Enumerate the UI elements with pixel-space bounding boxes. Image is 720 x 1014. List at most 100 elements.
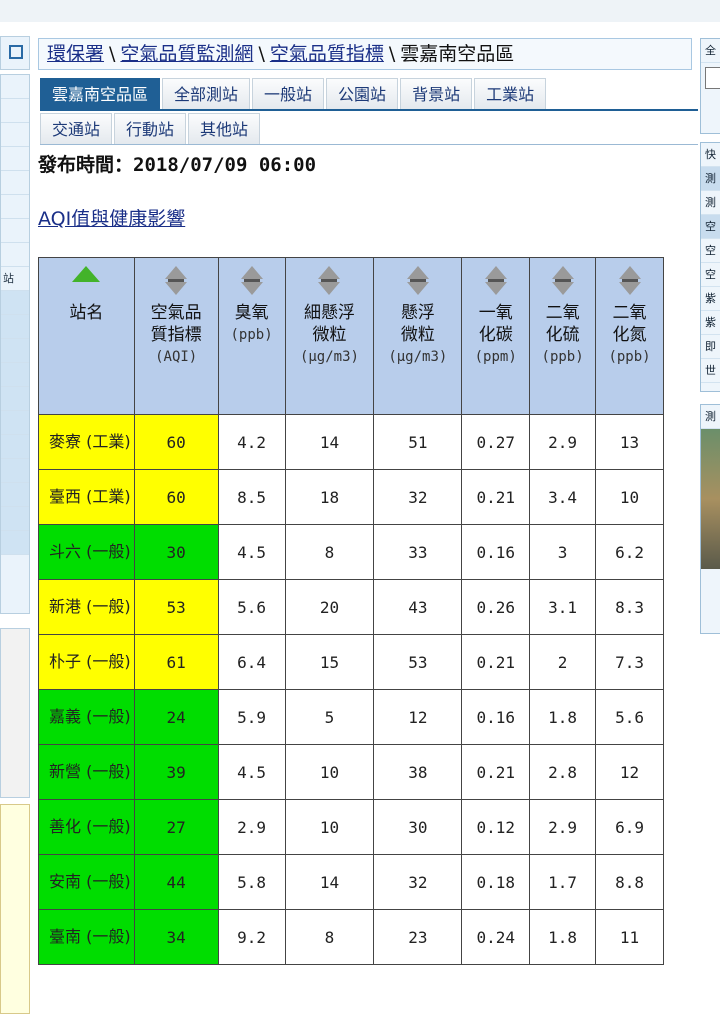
sidebar-item[interactable] [1, 99, 29, 123]
right-search-input[interactable] [705, 67, 720, 89]
sidebar-item[interactable] [1, 315, 29, 339]
sort-icon[interactable] [618, 266, 641, 296]
sort-icon[interactable] [484, 266, 507, 296]
no2-cell: 11 [595, 909, 664, 965]
site-name-cell[interactable]: 朴子 (一般) [38, 634, 135, 690]
right-link[interactable]: 即 [701, 335, 720, 359]
sort-icon[interactable] [406, 266, 429, 296]
aqi-cell: 53 [133, 579, 219, 635]
sidebar-item[interactable] [1, 339, 29, 363]
sidebar-nav: 站 [0, 74, 30, 614]
site-name-cell[interactable]: 善化 (一般) [38, 799, 135, 855]
tab-yunchianan[interactable]: 雲嘉南空品區 [40, 78, 161, 109]
table-row: 麥寮 (工業) 60 4.2 14 51 0.27 2.9 13 [38, 414, 664, 470]
right-link[interactable]: 測 [701, 167, 720, 191]
tab-all-stations[interactable]: 全部測站 [162, 78, 251, 109]
browser-top-strip [0, 0, 720, 22]
site-name-cell[interactable]: 嘉義 (一般) [38, 689, 135, 745]
menu-icon [9, 45, 23, 59]
sidebar-item[interactable] [1, 171, 29, 195]
pm25-cell: 5 [284, 689, 375, 745]
right-link[interactable]: 紫 [701, 287, 720, 311]
sort-icon[interactable] [551, 266, 574, 296]
sidebar-item[interactable] [1, 507, 29, 531]
right-photo-panel[interactable]: 測 [700, 404, 720, 634]
co-cell: 0.21 [461, 744, 531, 800]
breadcrumb-link-epa[interactable]: 環保署 [47, 43, 104, 65]
col-header-unit: (ppb) [608, 349, 651, 365]
station-photo [701, 429, 720, 569]
right-link[interactable]: 空 [701, 263, 720, 287]
col-header-co[interactable]: 一氧化碳 (ppm) [461, 257, 531, 415]
site-name-cell[interactable]: 臺西 (工業) [38, 469, 135, 525]
right-link[interactable]: 世 [701, 359, 720, 383]
site-name-cell[interactable]: 安南 (一般) [38, 854, 135, 910]
sidebar-item[interactable] [1, 195, 29, 219]
col-header-label: 站名 [69, 303, 104, 323]
sidebar-item[interactable] [1, 243, 29, 267]
table-row: 朴子 (一般) 61 6.4 15 53 0.21 2 7.3 [38, 634, 664, 690]
aqi-cell: 60 [133, 469, 219, 525]
sidebar-item[interactable] [1, 483, 29, 507]
pm10-cell: 38 [373, 744, 463, 800]
sidebar-item[interactable] [1, 147, 29, 171]
sort-icon[interactable] [240, 266, 263, 296]
tab-mobile[interactable]: 行動站 [114, 113, 187, 144]
sidebar-item[interactable] [1, 123, 29, 147]
sidebar-item-station[interactable]: 站 [1, 267, 29, 291]
sidebar-item[interactable] [1, 411, 29, 435]
col-header-o3[interactable]: 臭氧 (ppb) [217, 257, 286, 415]
o3-cell: 9.2 [217, 909, 286, 965]
col-header-site[interactable]: 站名 [38, 257, 135, 415]
sidebar-item[interactable] [1, 387, 29, 411]
site-name-cell[interactable]: 斗六 (一般) [38, 524, 135, 580]
right-link[interactable]: 測 [701, 191, 720, 215]
tab-park[interactable]: 公園站 [326, 78, 399, 109]
breadcrumb-separator: \ [258, 43, 265, 65]
col-header-label: 細懸浮微粒 [303, 303, 355, 345]
col-header-label: 臭氧 [234, 303, 269, 323]
sort-icon[interactable] [318, 266, 341, 296]
sidebar-item[interactable] [1, 219, 29, 243]
sidebar-item[interactable] [1, 531, 29, 555]
sidebar-item[interactable] [1, 459, 29, 483]
no2-cell: 8.8 [595, 854, 664, 910]
so2-cell: 1.8 [529, 689, 597, 745]
sidebar-item[interactable] [1, 291, 29, 315]
col-header-unit: (ppm) [474, 349, 517, 365]
right-link[interactable]: 空 [701, 239, 720, 263]
no2-cell: 8.3 [595, 579, 664, 635]
site-name-cell[interactable]: 新營 (一般) [38, 744, 135, 800]
so2-cell: 2.9 [529, 799, 597, 855]
tab-background[interactable]: 背景站 [400, 78, 473, 109]
sort-ascending-icon[interactable] [72, 266, 101, 282]
no2-cell: 6.2 [595, 524, 664, 580]
sidebar-item[interactable] [1, 435, 29, 459]
breadcrumb-link-aqi[interactable]: 空氣品質指標 [270, 43, 384, 65]
col-header-so2[interactable]: 二氧化硫 (ppb) [529, 257, 597, 415]
sidebar-item[interactable] [1, 75, 29, 99]
tab-other[interactable]: 其他站 [188, 113, 261, 144]
col-header-pm25[interactable]: 細懸浮微粒 (μg/m3) [284, 257, 375, 415]
station-type-tabs: 雲嘉南空品區 全部測站 一般站 公園站 背景站 工業站 交通站 行動站 其他站 [40, 78, 700, 146]
sort-icon[interactable] [165, 266, 188, 296]
col-header-no2[interactable]: 二氧化氮 (ppb) [595, 257, 664, 415]
right-link[interactable]: 紫 [701, 311, 720, 335]
sidebar-banner-panel[interactable] [0, 804, 30, 1014]
tab-industrial[interactable]: 工業站 [474, 78, 547, 109]
aqi-health-link[interactable]: AQI值與健康影響 [38, 204, 185, 231]
right-link[interactable]: 空 [701, 215, 720, 239]
sidebar-item[interactable] [1, 363, 29, 387]
col-header-aqi[interactable]: 空氣品質指標 (AQI) [133, 257, 219, 415]
site-name-cell[interactable]: 麥寮 (工業) [38, 414, 135, 470]
col-header-pm10[interactable]: 懸浮微粒 (μg/m3) [373, 257, 463, 415]
tab-general[interactable]: 一般站 [252, 78, 325, 109]
breadcrumb-link-network[interactable]: 空氣品質監測網 [120, 43, 253, 65]
co-cell: 0.24 [461, 909, 531, 965]
pm10-cell: 32 [373, 854, 463, 910]
site-name-cell[interactable]: 新港 (一般) [38, 579, 135, 635]
site-name-cell[interactable]: 臺南 (一般) [38, 909, 135, 965]
sidebar-menu-icon-box[interactable] [0, 36, 30, 70]
pm25-cell: 10 [284, 744, 375, 800]
tab-traffic[interactable]: 交通站 [40, 113, 113, 144]
